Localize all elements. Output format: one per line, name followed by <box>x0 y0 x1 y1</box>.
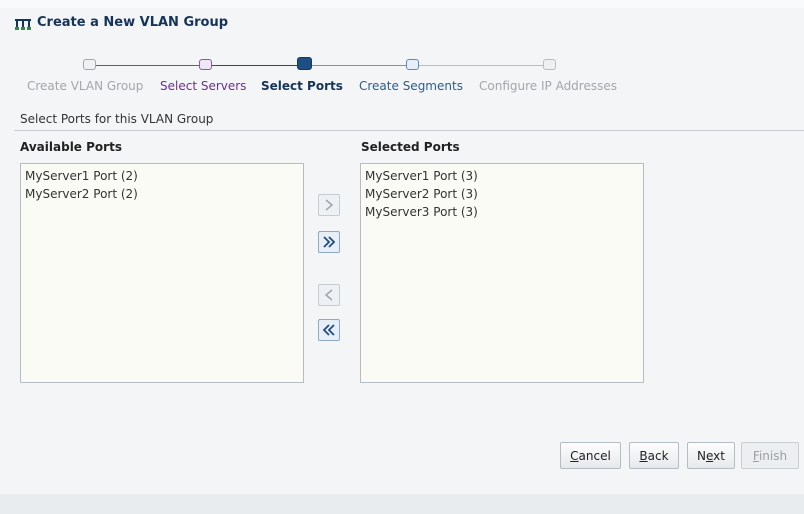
section-divider <box>14 130 804 131</box>
train-label-select-servers[interactable]: Select Servers <box>160 79 246 93</box>
cancel-button[interactable]: Cancel <box>560 442 621 469</box>
move-right-icon <box>325 199 334 211</box>
train-stop-create-segments[interactable] <box>406 59 419 70</box>
next-button[interactable]: Next <box>687 442 735 469</box>
move-all-button[interactable] <box>318 231 340 253</box>
cancel-button-label: Cancel <box>570 448 611 463</box>
remove-all-button[interactable] <box>318 319 340 341</box>
list-item[interactable]: MyServer3 Port (3) <box>365 203 639 221</box>
move-all-left-icon <box>322 324 335 336</box>
list-item[interactable]: MyServer1 Port (2) <box>25 167 299 185</box>
train-label-configure-ip-addresses: Configure IP Addresses <box>479 79 617 93</box>
train-label-create-vlan-group[interactable]: Create VLAN Group <box>27 79 143 93</box>
move-all-right-icon <box>323 236 336 248</box>
list-item[interactable]: MyServer1 Port (3) <box>365 167 639 185</box>
train-connector-3 <box>308 65 414 66</box>
train-stop-select-servers[interactable] <box>199 59 212 70</box>
train-connector-2 <box>209 65 304 66</box>
train-connector-1 <box>96 65 206 66</box>
available-ports-header: Available Ports <box>20 140 122 154</box>
dialog-header: Create a New VLAN Group <box>14 12 228 32</box>
bottom-band <box>0 494 804 514</box>
available-ports-list[interactable]: MyServer1 Port (2) MyServer2 Port (2) <box>20 163 304 383</box>
move-button[interactable] <box>318 194 340 216</box>
selected-ports-list[interactable]: MyServer1 Port (3) MyServer2 Port (3) My… <box>360 163 644 383</box>
top-band <box>0 0 804 8</box>
finish-button: Finish <box>741 442 799 469</box>
train-label-create-segments[interactable]: Create Segments <box>359 79 463 93</box>
back-button-label: Back <box>639 448 669 463</box>
list-item[interactable]: MyServer2 Port (2) <box>25 185 299 203</box>
move-left-icon <box>324 289 333 301</box>
train-label-select-ports: Select Ports <box>261 79 343 93</box>
train-stop-select-ports <box>297 57 312 70</box>
section-label: Select Ports for this VLAN Group <box>20 112 214 126</box>
remove-button[interactable] <box>318 284 340 306</box>
page-title: Create a New VLAN Group <box>37 14 229 30</box>
finish-button-label: Finish <box>752 448 788 463</box>
list-item[interactable]: MyServer2 Port (3) <box>365 185 639 203</box>
selected-ports-header: Selected Ports <box>361 140 460 154</box>
vlan-group-icon <box>15 19 31 30</box>
train-connector-4 <box>418 65 550 66</box>
train-stop-create-vlan-group[interactable] <box>83 59 96 70</box>
next-button-label: Next <box>697 448 725 463</box>
back-button[interactable]: Back <box>629 442 679 469</box>
train-stop-configure-ip-addresses <box>543 59 556 70</box>
